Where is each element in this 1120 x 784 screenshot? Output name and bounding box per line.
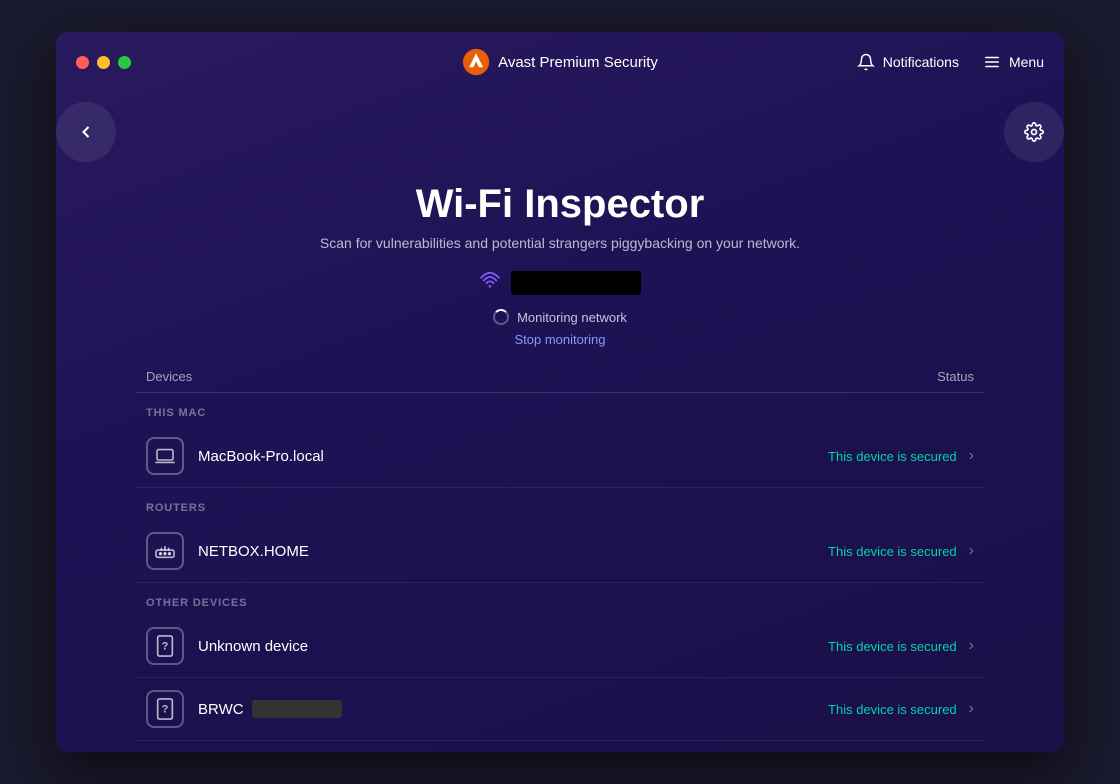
status-column-label: Status bbox=[937, 369, 974, 384]
table-row[interactable]: NETBOX.HOME This device is secured › bbox=[136, 520, 984, 583]
page-title: Wi-Fi Inspector bbox=[136, 182, 984, 227]
unknown-device-icon: ? bbox=[146, 627, 184, 665]
stop-monitoring-container: Stop monitoring bbox=[136, 331, 984, 349]
router-icon bbox=[146, 532, 184, 570]
chevron-left-icon bbox=[76, 122, 96, 142]
device-name-macbook: MacBook-Pro.local bbox=[198, 448, 828, 465]
device-name-brwc: BRWC bbox=[198, 701, 244, 718]
page-subtitle: Scan for vulnerabilities and potential s… bbox=[136, 235, 984, 251]
section-other-devices: OTHER DEVICES bbox=[136, 583, 984, 615]
devices-column-label: Devices bbox=[146, 369, 192, 384]
chevron-right-icon: › bbox=[969, 637, 974, 655]
device-status-unknown: This device is secured bbox=[828, 639, 957, 654]
monitoring-text: Monitoring network bbox=[517, 310, 627, 325]
chevron-right-icon: › bbox=[969, 447, 974, 465]
settings-button[interactable] bbox=[1004, 102, 1064, 162]
minimize-button[interactable] bbox=[97, 56, 110, 69]
bell-icon bbox=[857, 53, 875, 71]
section-routers: ROUTERS bbox=[136, 488, 984, 520]
table-row[interactable]: MacBook-Pro.local This device is secured… bbox=[136, 425, 984, 488]
brwc-name-redacted bbox=[252, 700, 342, 718]
stop-monitoring-link[interactable]: Stop monitoring bbox=[514, 332, 605, 347]
svg-text:?: ? bbox=[162, 641, 169, 653]
device-status-brwc: This device is secured bbox=[828, 702, 957, 717]
section-this-mac: THIS MAC bbox=[136, 393, 984, 425]
table-row[interactable]: ? This device is secured › bbox=[136, 741, 984, 752]
notifications-label: Notifications bbox=[883, 54, 959, 70]
network-status-bar bbox=[136, 271, 984, 295]
close-button[interactable] bbox=[76, 56, 89, 69]
device-name-router: NETBOX.HOME bbox=[198, 543, 828, 560]
title-right: Notifications Menu bbox=[857, 53, 1044, 71]
back-button[interactable] bbox=[56, 102, 116, 162]
svg-text:?: ? bbox=[162, 704, 169, 716]
device-name-brwc-container: BRWC bbox=[198, 700, 828, 718]
wifi-icon bbox=[479, 271, 501, 295]
notifications-button[interactable]: Notifications bbox=[857, 53, 959, 71]
loading-spinner bbox=[493, 309, 509, 325]
table-row[interactable]: ? BRWC This device is secured › bbox=[136, 678, 984, 741]
app-title-center: Avast Premium Security bbox=[462, 48, 658, 76]
traffic-lights bbox=[76, 56, 131, 69]
device-name-unknown: Unknown device bbox=[198, 638, 828, 655]
main-content: Wi-Fi Inspector Scan for vulnerabilities… bbox=[56, 182, 1064, 752]
avast-logo-icon bbox=[462, 48, 490, 76]
app-window: Avast Premium Security Notifications Men… bbox=[56, 32, 1064, 752]
table-row[interactable]: ? Unknown device This device is secured … bbox=[136, 615, 984, 678]
monitoring-status: Monitoring network bbox=[136, 309, 984, 325]
chevron-right-icon: › bbox=[969, 700, 974, 718]
app-name-label: Avast Premium Security bbox=[498, 54, 658, 71]
laptop-icon bbox=[146, 437, 184, 475]
maximize-button[interactable] bbox=[118, 56, 131, 69]
menu-icon bbox=[983, 53, 1001, 71]
menu-button[interactable]: Menu bbox=[983, 53, 1044, 71]
title-bar: Avast Premium Security Notifications Men… bbox=[56, 32, 1064, 92]
chevron-right-icon: › bbox=[969, 542, 974, 560]
network-name-redacted bbox=[511, 271, 641, 295]
devices-table-header: Devices Status bbox=[136, 369, 984, 393]
unknown-device-2-icon: ? bbox=[146, 690, 184, 728]
device-status-macbook: This device is secured bbox=[828, 449, 957, 464]
menu-label: Menu bbox=[1009, 54, 1044, 70]
gear-icon bbox=[1024, 122, 1044, 142]
nav-area bbox=[56, 92, 1064, 172]
device-status-router: This device is secured bbox=[828, 544, 957, 559]
